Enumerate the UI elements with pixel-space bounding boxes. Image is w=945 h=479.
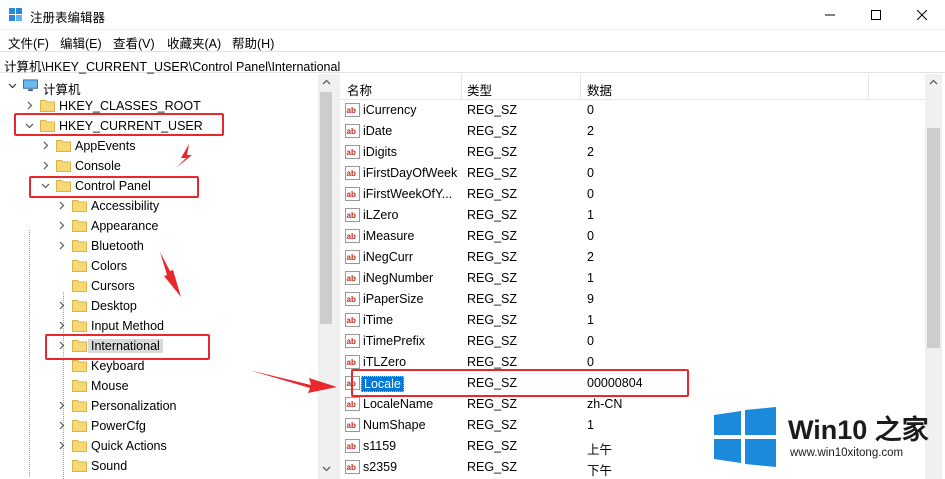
watermark-brand: Win10 之家 <box>788 415 929 445</box>
windows-logo-icon <box>714 407 776 467</box>
win10-watermark: Win10 之家 www.win10xitong.com <box>712 406 934 468</box>
watermark-url: www.win10xitong.com <box>790 447 904 459</box>
arrow-3 <box>249 370 337 393</box>
arrow-1 <box>176 144 192 168</box>
arrow-2 <box>160 252 181 297</box>
